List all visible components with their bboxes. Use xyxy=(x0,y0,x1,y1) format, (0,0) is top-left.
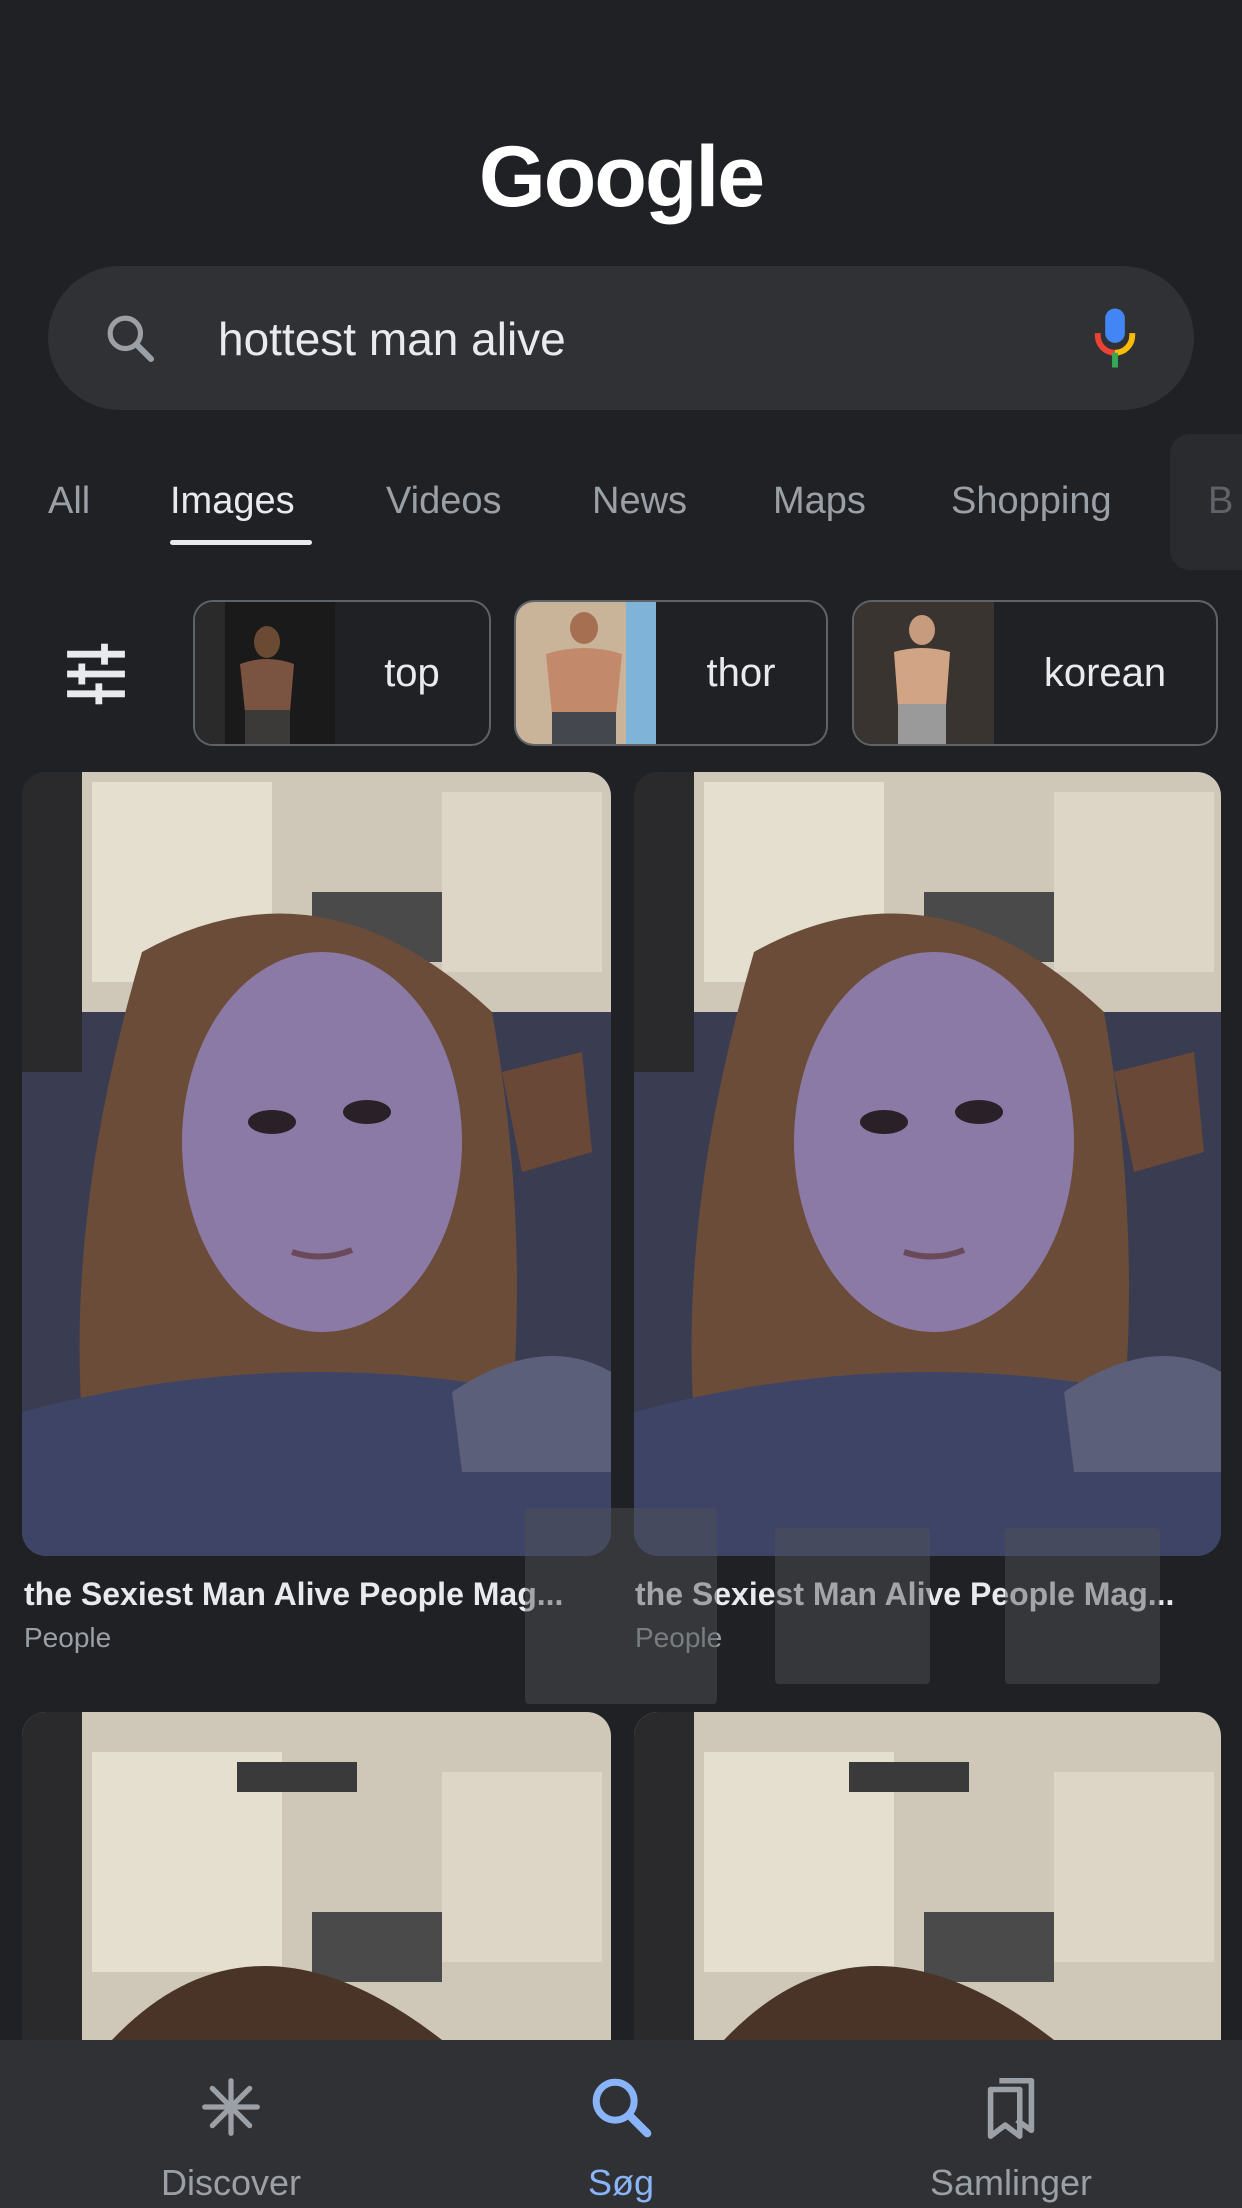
tab-news[interactable]: News xyxy=(592,480,687,523)
image-result[interactable] xyxy=(22,1712,611,2040)
overlay-artifact xyxy=(1005,1528,1160,1684)
active-tab-indicator xyxy=(170,540,312,545)
search-icon[interactable] xyxy=(102,310,158,366)
search-tabs: All Images Videos News Maps Shopping B xyxy=(0,434,1242,570)
chip-label: korean xyxy=(1043,651,1167,695)
image-result[interactable] xyxy=(634,1712,1221,2040)
chip-korean[interactable]: korean xyxy=(852,600,1218,746)
google-logo: Google xyxy=(478,129,765,225)
nav-collections[interactable]: Samlinger xyxy=(861,2040,1161,2208)
nav-search[interactable]: Søg xyxy=(471,2040,771,2208)
microphone-icon[interactable] xyxy=(1090,306,1140,370)
bottom-navigation: Discover Søg Samlinger xyxy=(0,2040,1242,2208)
tab-shopping[interactable]: Shopping xyxy=(951,480,1112,523)
filter-tune-icon[interactable] xyxy=(62,640,130,708)
result-source: People xyxy=(24,1622,112,1653)
nav-discover[interactable]: Discover xyxy=(81,2040,381,2208)
chip-thumbnail xyxy=(516,602,656,744)
overlay-artifact xyxy=(525,1508,717,1704)
result-thumbnail xyxy=(22,1712,611,2040)
result-thumbnail xyxy=(634,772,1221,1556)
overlay-artifact xyxy=(775,1528,930,1684)
collections-bookmark-icon xyxy=(987,2077,1035,2139)
chip-thumbnail xyxy=(854,602,994,744)
tab-maps[interactable]: Maps xyxy=(773,480,866,523)
result-title[interactable]: the Sexiest Man Alive People Mag... xyxy=(24,1576,594,1613)
chip-top[interactable]: top xyxy=(193,600,491,746)
tab-images[interactable]: Images xyxy=(170,480,295,523)
chip-thumbnail xyxy=(195,602,335,744)
result-thumbnail xyxy=(634,1712,1221,2040)
search-bar[interactable] xyxy=(48,266,1194,410)
nav-label: Discover xyxy=(160,2162,302,2203)
tab-all[interactable]: All xyxy=(48,480,90,523)
nav-label: Søg xyxy=(587,2162,655,2203)
nav-label: Samlinger xyxy=(929,2162,1093,2203)
tab-partial[interactable]: B xyxy=(1208,480,1233,523)
discover-asterisk-icon xyxy=(202,2078,260,2136)
search-input[interactable] xyxy=(216,300,1090,378)
image-result[interactable] xyxy=(634,772,1221,1556)
tabs-overflow-fade: B xyxy=(1170,434,1242,570)
search-icon xyxy=(592,2078,652,2138)
image-result[interactable] xyxy=(22,772,611,1556)
result-thumbnail xyxy=(22,772,611,1556)
chip-label: thor xyxy=(706,651,776,695)
chip-thor[interactable]: thor xyxy=(514,600,828,746)
chip-label: top xyxy=(384,651,440,695)
tab-videos[interactable]: Videos xyxy=(386,480,502,523)
